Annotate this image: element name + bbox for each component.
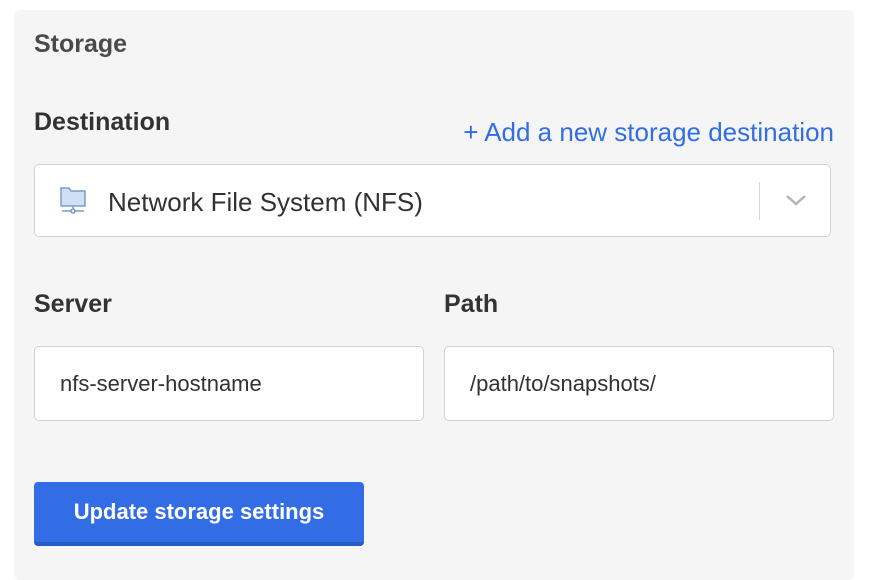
add-storage-destination-link[interactable]: + Add a new storage destination	[463, 117, 834, 148]
server-label: Server	[34, 290, 112, 318]
path-label: Path	[444, 290, 499, 318]
section-title: Storage	[34, 30, 128, 58]
path-input[interactable]	[444, 346, 834, 421]
storage-panel: Storage Destination + Add a new storage …	[14, 10, 854, 580]
chevron-down-icon[interactable]	[783, 189, 809, 211]
network-folder-icon	[59, 185, 87, 215]
select-divider	[759, 182, 760, 220]
server-input[interactable]	[34, 346, 424, 421]
update-storage-settings-button[interactable]: Update storage settings	[34, 482, 364, 546]
destination-select[interactable]: Network File System (NFS)	[34, 164, 831, 237]
destination-label: Destination	[34, 108, 171, 136]
destination-selected-value: Network File System (NFS)	[108, 187, 423, 217]
